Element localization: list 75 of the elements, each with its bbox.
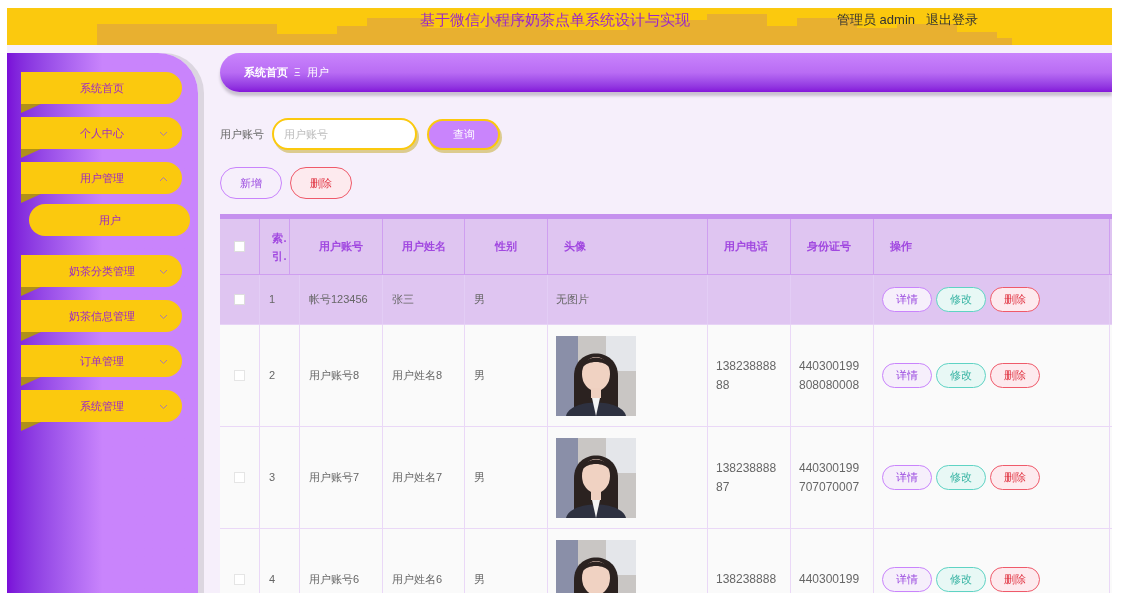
table-cell-text: 无图片 (556, 292, 589, 308)
table-cell-text: 男 (474, 470, 485, 486)
table-row[interactable]: 1 帐号123456 张三 男 无图片 详情 修改 删除 (220, 275, 1112, 325)
details-button[interactable]: 详情 (882, 363, 932, 388)
table-cell-text: 用户姓名8 (392, 368, 443, 384)
column-header: 操作 (874, 219, 1110, 274)
table-cell-text: 138238888 (716, 571, 777, 588)
table-cell-text: 2 (269, 368, 276, 384)
chevron-down-icon (159, 131, 168, 137)
app-title: 基于微信小程序奶茶点单系统设计与实现 (420, 10, 690, 30)
edit-button[interactable]: 修改 (936, 567, 986, 592)
chevron-down-icon (159, 314, 168, 320)
edit-button[interactable]: 修改 (936, 465, 986, 490)
details-button[interactable]: 详情 (882, 465, 932, 490)
add-button[interactable]: 新增 (220, 167, 282, 199)
table-cell-text: 用户姓名7 (392, 470, 443, 486)
table-cell-text: 13823888888 (716, 357, 778, 394)
table-cell-text: 4 (269, 572, 276, 588)
table-cell-text: 用户姓名6 (392, 572, 443, 588)
checkbox[interactable] (234, 574, 245, 585)
checkbox[interactable] (234, 472, 245, 483)
sidebar-item[interactable]: 用户管理 (21, 162, 182, 194)
table-cell-text: 张三 (392, 292, 414, 308)
logout-link[interactable]: 退出登录 (926, 11, 978, 29)
table-cell-text: 男 (474, 572, 485, 588)
field-label: 用户账号 (220, 126, 264, 142)
details-button[interactable]: 详情 (882, 567, 932, 592)
table-row[interactable]: 3 用户账号7 用户姓名7 男 13823888887 440300199707070007 详情 修改 删除 (220, 427, 1112, 529)
table-cell-text: 用户账号6 (309, 572, 360, 588)
chevron-down-icon (159, 404, 168, 410)
chevron-down-icon (159, 269, 168, 275)
table-row[interactable]: 2 用户账号8 用户姓名8 男 13823888888 440300199808080008 详情 修改 删除 (220, 325, 1112, 427)
column-header: 身份证号 (791, 219, 874, 274)
delete-button[interactable]: 删除 (990, 465, 1040, 490)
table-cell-text: 1 (269, 292, 276, 308)
column-header: 索.引. (270, 219, 290, 274)
chevron-up-icon (159, 176, 168, 182)
table-cell-text: 3 (269, 470, 276, 486)
sidebar-item[interactable]: 订单管理 (21, 345, 182, 377)
edit-button[interactable]: 修改 (936, 287, 986, 312)
breadcrumb-link[interactable]: 系统首页 (244, 64, 288, 81)
table-cell-text: 用户账号7 (309, 470, 360, 486)
table-cell-text: 帐号123456 (309, 292, 368, 308)
delete-button[interactable]: 删除 (990, 287, 1040, 312)
sidebar-item[interactable]: 系统首页 (21, 72, 182, 104)
column-header: 性别 (465, 219, 548, 274)
details-button[interactable]: 详情 (882, 287, 932, 312)
delete-button[interactable]: 删除 (990, 363, 1040, 388)
sidebar-item[interactable]: 系统管理 (21, 390, 182, 422)
table-cell-text: 440300199 (799, 571, 860, 588)
table-cell-text: 13823888887 (716, 459, 778, 496)
column-header: 用户账号 (300, 219, 383, 274)
column-header: 头像 (548, 219, 708, 274)
breadcrumb-separator: Ξ (294, 66, 301, 80)
delete-button[interactable]: 删除 (990, 567, 1040, 592)
breadcrumb-link[interactable]: 用户 (306, 64, 329, 81)
column-header: 用户姓名 (383, 219, 465, 274)
table-cell-text: 用户账号8 (309, 368, 360, 384)
delete-button[interactable]: 删除 (290, 167, 352, 199)
table-cell-text: 440300199707070007 (799, 459, 861, 496)
table-cell-text: 男 (474, 368, 485, 384)
admin-label: 管理员 admin (837, 11, 916, 29)
sidebar-item[interactable]: 奶茶分类管理 (21, 255, 182, 287)
checkbox[interactable] (234, 370, 245, 381)
submenu-item[interactable]: 用户 (29, 204, 190, 236)
column-header: 用户电话 (708, 219, 791, 274)
table-cell-text: 男 (474, 292, 485, 308)
checkbox[interactable] (234, 241, 245, 252)
search-button[interactable]: 查询 (427, 118, 500, 150)
chevron-down-icon (159, 359, 168, 365)
sidebar-item[interactable]: 奶茶信息管理 (21, 300, 182, 332)
table-cell-text: 440300199808080008 (799, 357, 861, 394)
edit-button[interactable]: 修改 (936, 363, 986, 388)
checkbox[interactable] (234, 294, 245, 305)
sidebar-item[interactable]: 个人中心 (21, 117, 182, 149)
